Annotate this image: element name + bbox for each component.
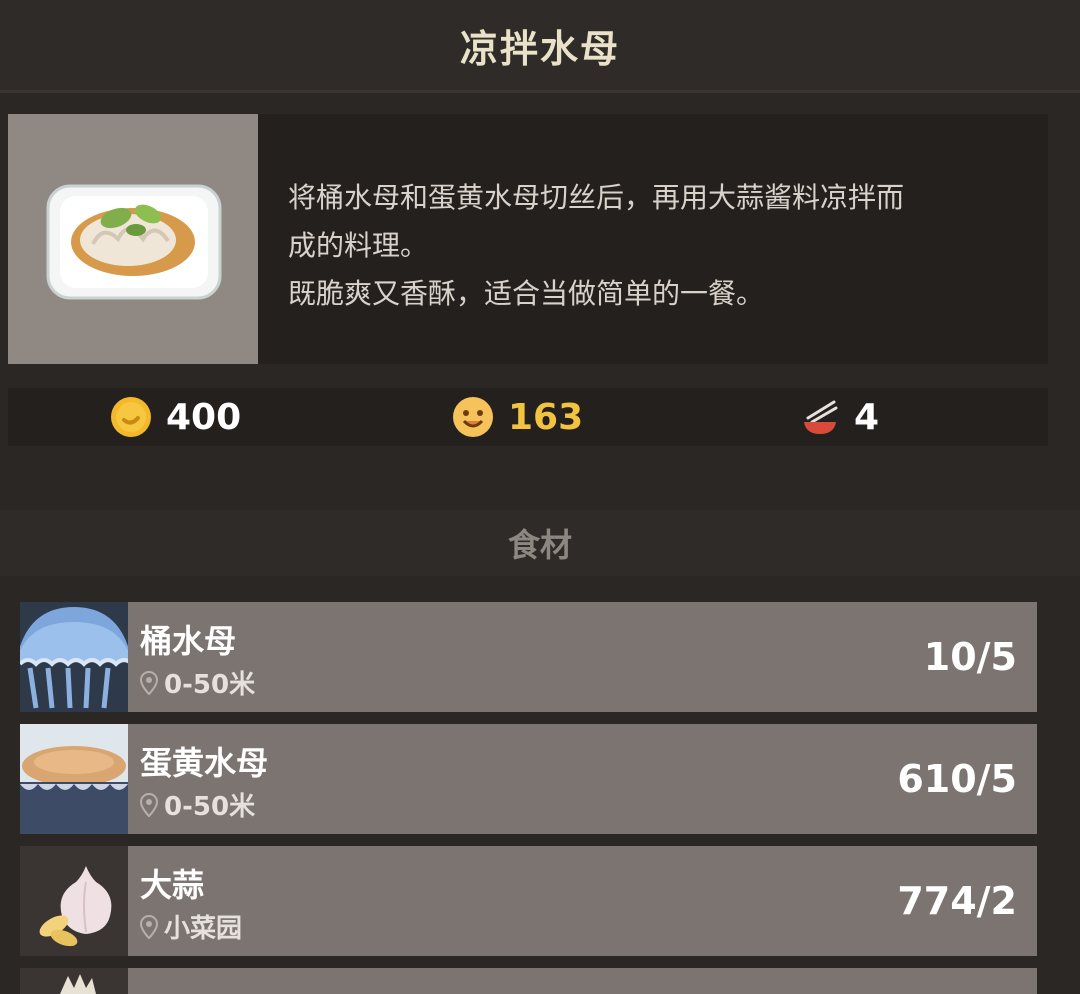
partial-ingredient-icon <box>20 968 128 994</box>
location-text: 小菜园 <box>164 914 243 944</box>
page-title: 凉拌水母 <box>459 26 620 71</box>
coin-icon <box>111 397 151 437</box>
ingredient-location: 0-50米 <box>140 786 255 823</box>
location-pin-icon <box>140 670 158 695</box>
ingredient-thumb <box>20 724 128 834</box>
taste-value: 163 <box>508 396 584 438</box>
egg-yolk-jellyfish-icon <box>20 724 128 834</box>
ingredient-thumb <box>20 968 128 994</box>
ingredient-name: 大蒜 <box>140 866 205 904</box>
servings-stat: 4 <box>800 388 879 446</box>
description-line: 将桶水母和蛋黄水母切丝后，再用大蒜酱料凉拌而 <box>288 181 905 214</box>
ingredient-row-partial[interactable] <box>20 968 1037 994</box>
servings-value: 4 <box>854 396 880 438</box>
ingredient-count: 610/5 <box>897 757 1017 801</box>
bucket-jellyfish-icon <box>20 602 128 712</box>
ingredients-header: 食材 <box>0 510 1080 576</box>
smiley-icon <box>453 397 493 437</box>
location-text: 0-50米 <box>164 792 256 822</box>
ingredients-label: 食材 <box>507 526 572 564</box>
jellyfish-salad-dish-icon <box>46 184 222 300</box>
title-bar: 凉拌水母 <box>0 0 1080 93</box>
description-line: 成的料理。 <box>288 229 429 262</box>
dish-description: 将桶水母和蛋黄水母切丝后，再用大蒜酱料凉拌而 成的料理。 既脆爽又香酥，适合当做… <box>288 174 1028 318</box>
ingredient-location: 小菜园 <box>140 908 242 945</box>
stats-bar: 400 163 4 <box>8 388 1048 446</box>
ingredient-name: 蛋黄水母 <box>140 744 269 782</box>
location-text: 0-50米 <box>164 670 256 700</box>
price-value: 400 <box>166 396 242 438</box>
location-pin-icon <box>140 792 158 817</box>
ingredient-row[interactable]: 大蒜 小菜园 774/2 <box>20 846 1037 956</box>
ingredient-count: 774/2 <box>897 879 1017 923</box>
description-line: 既脆爽又香酥，适合当做简单的一餐。 <box>288 277 765 310</box>
ingredient-row[interactable]: 蛋黄水母 0-50米 610/5 <box>20 724 1037 834</box>
chopsticks-bowl-icon <box>804 400 838 434</box>
ingredient-location: 0-50米 <box>140 664 255 701</box>
dish-info-panel: 将桶水母和蛋黄水母切丝后，再用大蒜酱料凉拌而 成的料理。 既脆爽又香酥，适合当做… <box>8 114 1048 364</box>
ingredient-name: 桶水母 <box>140 622 237 660</box>
ingredient-thumb <box>20 602 128 712</box>
location-pin-icon <box>140 914 158 939</box>
ingredient-thumb <box>20 846 128 956</box>
dish-image <box>8 114 258 364</box>
ingredient-count: 10/5 <box>923 635 1017 679</box>
garlic-icon <box>20 846 128 956</box>
price-stat: 400 <box>110 388 241 446</box>
taste-stat: 163 <box>452 388 583 446</box>
ingredient-row[interactable]: 桶水母 0-50米 10/5 <box>20 602 1037 712</box>
